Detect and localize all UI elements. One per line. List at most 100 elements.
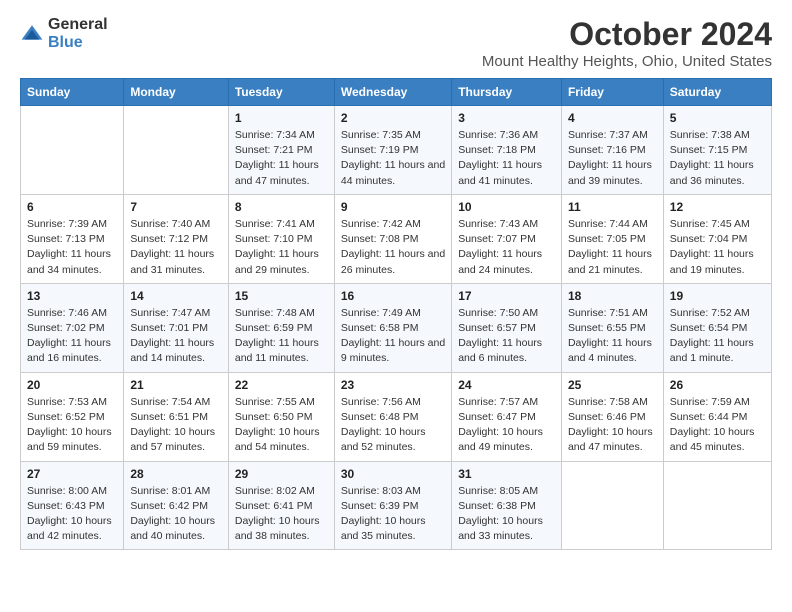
day-info: Sunrise: 7:43 AMSunset: 7:07 PMDaylight:… xyxy=(458,217,555,278)
day-number: 27 xyxy=(27,467,117,481)
day-cell xyxy=(663,461,771,550)
day-number: 24 xyxy=(458,378,555,392)
day-cell: 3 Sunrise: 7:36 AMSunset: 7:18 PMDaylight… xyxy=(452,106,562,195)
day-info: Sunrise: 7:54 AMSunset: 6:51 PMDaylight:… xyxy=(130,395,222,456)
day-cell: 2 Sunrise: 7:35 AMSunset: 7:19 PMDaylight… xyxy=(334,106,451,195)
day-cell: 18Sunrise: 7:51 AMSunset: 6:55 PMDayligh… xyxy=(561,283,663,372)
col-saturday: Saturday xyxy=(663,79,771,106)
day-info: Sunrise: 7:41 AMSunset: 7:10 PMDaylight:… xyxy=(235,217,328,278)
day-cell xyxy=(124,106,229,195)
day-cell xyxy=(561,461,663,550)
day-cell: 23 Sunrise: 7:56 AMSunset: 6:48 PMDayligh… xyxy=(334,372,451,461)
day-info: Sunrise: 7:53 AMSunset: 6:52 PMDaylight:… xyxy=(27,395,117,456)
day-number: 15 xyxy=(235,289,328,303)
day-cell: 9Sunrise: 7:42 AMSunset: 7:08 PMDaylight… xyxy=(334,194,451,283)
main-title: October 2024 xyxy=(482,16,772,53)
day-number: 31 xyxy=(458,467,555,481)
day-cell: 24 Sunrise: 7:57 AMSunset: 6:47 PMDayligh… xyxy=(452,372,562,461)
day-number: 2 xyxy=(341,111,445,125)
day-cell: 13 Sunrise: 7:46 AMSunset: 7:02 PMDayligh… xyxy=(21,283,124,372)
col-wednesday: Wednesday xyxy=(334,79,451,106)
week-row-2: 6Sunrise: 7:39 AMSunset: 7:13 PMDaylight… xyxy=(21,194,772,283)
day-info: Sunrise: 7:34 AMSunset: 7:21 PMDaylight:… xyxy=(235,128,328,189)
day-cell: 10Sunrise: 7:43 AMSunset: 7:07 PMDayligh… xyxy=(452,194,562,283)
day-cell: 20 Sunrise: 7:53 AMSunset: 6:52 PMDayligh… xyxy=(21,372,124,461)
day-info: Sunrise: 8:00 AMSunset: 6:43 PMDaylight:… xyxy=(27,484,117,545)
subtitle: Mount Healthy Heights, Ohio, United Stat… xyxy=(482,53,772,70)
day-info: Sunrise: 7:47 AMSunset: 7:01 PMDaylight:… xyxy=(130,306,222,367)
day-cell: 14 Sunrise: 7:47 AMSunset: 7:01 PMDayligh… xyxy=(124,283,229,372)
day-cell xyxy=(21,106,124,195)
day-info: Sunrise: 8:03 AMSunset: 6:39 PMDaylight:… xyxy=(341,484,445,545)
day-info: Sunrise: 7:37 AMSunset: 7:16 PMDaylight:… xyxy=(568,128,657,189)
day-info: Sunrise: 8:02 AMSunset: 6:41 PMDaylight:… xyxy=(235,484,328,545)
day-number: 19 xyxy=(670,289,765,303)
day-number: 20 xyxy=(27,378,117,392)
day-number: 30 xyxy=(341,467,445,481)
day-info: Sunrise: 7:52 AMSunset: 6:54 PMDaylight:… xyxy=(670,306,765,367)
day-number: 9 xyxy=(341,200,445,214)
day-info: Sunrise: 8:05 AMSunset: 6:38 PMDaylight:… xyxy=(458,484,555,545)
day-number: 4 xyxy=(568,111,657,125)
day-cell: 1Sunrise: 7:34 AMSunset: 7:21 PMDaylight… xyxy=(228,106,334,195)
day-number: 16 xyxy=(341,289,445,303)
day-cell: 7 Sunrise: 7:40 AMSunset: 7:12 PMDaylight… xyxy=(124,194,229,283)
day-number: 23 xyxy=(341,378,445,392)
col-sunday: Sunday xyxy=(21,79,124,106)
day-number: 11 xyxy=(568,200,657,214)
day-cell: 16Sunrise: 7:49 AMSunset: 6:58 PMDayligh… xyxy=(334,283,451,372)
day-number: 13 xyxy=(27,289,117,303)
day-cell: 30 Sunrise: 8:03 AMSunset: 6:39 PMDayligh… xyxy=(334,461,451,550)
day-info: Sunrise: 7:46 AMSunset: 7:02 PMDaylight:… xyxy=(27,306,117,367)
day-number: 8 xyxy=(235,200,328,214)
day-info: Sunrise: 7:38 AMSunset: 7:15 PMDaylight:… xyxy=(670,128,765,189)
day-number: 28 xyxy=(130,467,222,481)
logo-icon xyxy=(20,22,44,46)
header-row: Sunday Monday Tuesday Wednesday Thursday… xyxy=(21,79,772,106)
week-row-3: 13 Sunrise: 7:46 AMSunset: 7:02 PMDayligh… xyxy=(21,283,772,372)
day-number: 6 xyxy=(27,200,117,214)
day-cell: 22 Sunrise: 7:55 AMSunset: 6:50 PMDayligh… xyxy=(228,372,334,461)
week-row-1: 1Sunrise: 7:34 AMSunset: 7:21 PMDaylight… xyxy=(21,106,772,195)
day-info: Sunrise: 7:45 AMSunset: 7:04 PMDaylight:… xyxy=(670,217,765,278)
day-cell: 15Sunrise: 7:48 AMSunset: 6:59 PMDayligh… xyxy=(228,283,334,372)
day-number: 22 xyxy=(235,378,328,392)
day-info: Sunrise: 7:50 AMSunset: 6:57 PMDaylight:… xyxy=(458,306,555,367)
day-info: Sunrise: 7:57 AMSunset: 6:47 PMDaylight:… xyxy=(458,395,555,456)
day-number: 25 xyxy=(568,378,657,392)
col-friday: Friday xyxy=(561,79,663,106)
day-info: Sunrise: 7:40 AMSunset: 7:12 PMDaylight:… xyxy=(130,217,222,278)
header: General Blue October 2024 Mount Healthy … xyxy=(20,16,772,70)
day-number: 7 xyxy=(130,200,222,214)
logo-text: General Blue xyxy=(48,16,108,52)
day-cell: 26 Sunrise: 7:59 AMSunset: 6:44 PMDayligh… xyxy=(663,372,771,461)
day-info: Sunrise: 7:36 AMSunset: 7:18 PMDaylight:… xyxy=(458,128,555,189)
day-number: 21 xyxy=(130,378,222,392)
day-cell: 6Sunrise: 7:39 AMSunset: 7:13 PMDaylight… xyxy=(21,194,124,283)
col-tuesday: Tuesday xyxy=(228,79,334,106)
day-info: Sunrise: 7:56 AMSunset: 6:48 PMDaylight:… xyxy=(341,395,445,456)
day-number: 3 xyxy=(458,111,555,125)
day-info: Sunrise: 7:55 AMSunset: 6:50 PMDaylight:… xyxy=(235,395,328,456)
day-cell: 4 Sunrise: 7:37 AMSunset: 7:16 PMDaylight… xyxy=(561,106,663,195)
week-row-5: 27 Sunrise: 8:00 AMSunset: 6:43 PMDayligh… xyxy=(21,461,772,550)
day-cell: 19 Sunrise: 7:52 AMSunset: 6:54 PMDayligh… xyxy=(663,283,771,372)
day-number: 29 xyxy=(235,467,328,481)
day-number: 12 xyxy=(670,200,765,214)
day-info: Sunrise: 7:51 AMSunset: 6:55 PMDaylight:… xyxy=(568,306,657,367)
day-cell: 27 Sunrise: 8:00 AMSunset: 6:43 PMDayligh… xyxy=(21,461,124,550)
day-cell: 12 Sunrise: 7:45 AMSunset: 7:04 PMDayligh… xyxy=(663,194,771,283)
day-cell: 5Sunrise: 7:38 AMSunset: 7:15 PMDaylight… xyxy=(663,106,771,195)
day-cell: 29 Sunrise: 8:02 AMSunset: 6:41 PMDayligh… xyxy=(228,461,334,550)
day-info: Sunrise: 8:01 AMSunset: 6:42 PMDaylight:… xyxy=(130,484,222,545)
week-row-4: 20 Sunrise: 7:53 AMSunset: 6:52 PMDayligh… xyxy=(21,372,772,461)
col-thursday: Thursday xyxy=(452,79,562,106)
day-cell: 17Sunrise: 7:50 AMSunset: 6:57 PMDayligh… xyxy=(452,283,562,372)
day-number: 26 xyxy=(670,378,765,392)
day-info: Sunrise: 7:58 AMSunset: 6:46 PMDaylight:… xyxy=(568,395,657,456)
day-cell: 25 Sunrise: 7:58 AMSunset: 6:46 PMDayligh… xyxy=(561,372,663,461)
day-info: Sunrise: 7:44 AMSunset: 7:05 PMDaylight:… xyxy=(568,217,657,278)
day-number: 14 xyxy=(130,289,222,303)
day-info: Sunrise: 7:59 AMSunset: 6:44 PMDaylight:… xyxy=(670,395,765,456)
day-info: Sunrise: 7:35 AMSunset: 7:19 PMDaylight:… xyxy=(341,128,445,189)
